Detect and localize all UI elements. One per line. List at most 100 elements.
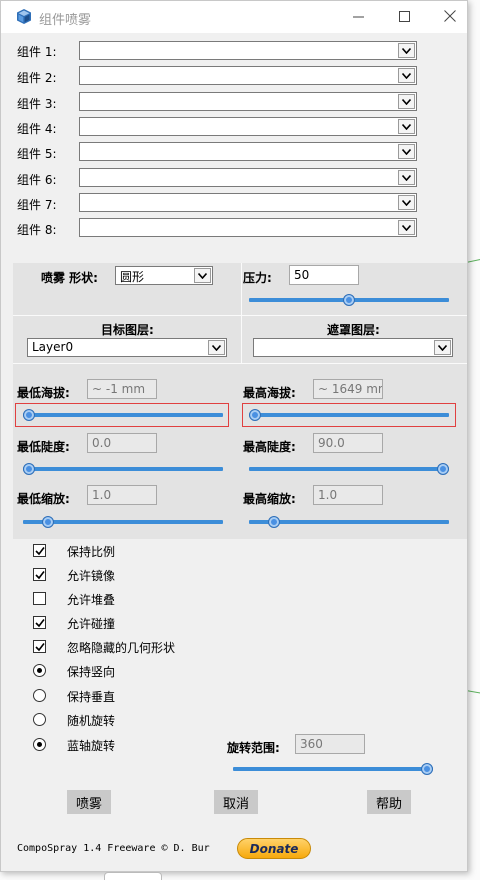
radio-dot: [37, 742, 42, 747]
spray-shape-dropdown[interactable]: 圆形: [115, 266, 213, 285]
chevron-down-icon[interactable]: [398, 144, 415, 159]
component-6-dropdown[interactable]: [79, 168, 417, 187]
pressure-slider[interactable]: [249, 292, 449, 308]
target-layer-value: Layer0: [32, 340, 74, 354]
component-5-label: 组件 5:: [17, 147, 57, 161]
slider-thumb[interactable]: [268, 516, 280, 528]
checkbox-box[interactable]: [33, 568, 46, 581]
chevron-down-icon[interactable]: [398, 43, 415, 58]
radio-circle[interactable]: [33, 713, 46, 726]
cancel-button[interactable]: 取消: [214, 790, 258, 814]
keep-perpendicular-label: 保持垂直: [67, 690, 116, 704]
component-4-dropdown[interactable]: [79, 117, 417, 136]
max-scale-label: 最高缩放:: [243, 492, 296, 506]
compospray-window: 组件喷雾 组件 1: 组件 2: 组件 3: 组件 4: 组件 5: 组件 6:: [0, 0, 468, 872]
help-button[interactable]: 帮助: [367, 790, 411, 814]
max-altitude-slider[interactable]: [249, 407, 449, 423]
blue-axis-rotation-label: 蓝轴旋转: [67, 739, 116, 753]
target-layer-dropdown[interactable]: Layer0: [27, 338, 227, 357]
panel-divider: [13, 363, 467, 364]
keep-ratio-label: 保持比例: [67, 545, 116, 559]
component-8-dropdown[interactable]: [79, 218, 417, 237]
slider-thumb[interactable]: [421, 763, 433, 775]
chevron-down-icon[interactable]: [208, 340, 225, 355]
chevron-down-icon[interactable]: [398, 94, 415, 109]
chevron-down-icon[interactable]: [398, 68, 415, 83]
slider-thumb[interactable]: [343, 294, 355, 306]
maximize-button[interactable]: [381, 1, 427, 31]
min-scale-field[interactable]: 1.0: [87, 485, 157, 505]
component-3-dropdown[interactable]: [79, 92, 417, 111]
minimize-button[interactable]: [335, 1, 381, 31]
max-altitude-field[interactable]: ~ 1649 mm: [313, 379, 383, 399]
keep-vertical-label: 保持竖向: [67, 665, 116, 679]
max-slope-slider[interactable]: [249, 461, 449, 477]
radio-circle[interactable]: [33, 664, 46, 677]
min-slope-label: 最低陡度:: [17, 440, 70, 454]
mask-layer-label: 遮罩图层:: [327, 323, 380, 337]
pressure-input[interactable]: 50: [289, 265, 359, 285]
chevron-down-icon[interactable]: [194, 268, 211, 283]
rotation-range-label: 旋转范围:: [227, 741, 280, 755]
pressure-label: 压力:: [243, 271, 272, 285]
slider-track: [233, 767, 433, 771]
checkmark-icon: [35, 571, 45, 580]
component-3-label: 组件 3:: [17, 97, 57, 111]
close-button[interactable]: [427, 1, 473, 31]
slider-thumb[interactable]: [249, 409, 261, 421]
chevron-down-icon[interactable]: [434, 340, 451, 355]
spray-shape-label: 喷雾 形状:: [41, 271, 98, 285]
max-slope-field[interactable]: 90.0: [313, 433, 383, 453]
chevron-down-icon[interactable]: [398, 170, 415, 185]
slider-thumb[interactable]: [42, 516, 54, 528]
spray-settings-panel: 喷雾 形状: 圆形 压力: 50 目标图层: Layer0 遮罩图层: 最低海拔…: [13, 263, 467, 539]
min-slope-slider[interactable]: [23, 461, 223, 477]
minimize-icon: [352, 16, 364, 17]
background-line: [465, 257, 480, 263]
chevron-down-icon[interactable]: [398, 119, 415, 134]
title-bar[interactable]: 组件喷雾: [1, 1, 467, 33]
min-altitude-field[interactable]: ~ -1 mm: [87, 379, 157, 399]
checkbox-box[interactable]: [33, 544, 46, 557]
slider-track: [23, 467, 223, 471]
random-rotation-label: 随机旋转: [67, 714, 116, 728]
component-7-dropdown[interactable]: [79, 193, 417, 212]
slider-thumb[interactable]: [23, 463, 35, 475]
checkbox-box[interactable]: [33, 640, 46, 653]
radio-circle[interactable]: [33, 738, 46, 751]
target-layer-label: 目标图层:: [101, 323, 154, 337]
allow-collision-label: 允许碰撞: [67, 617, 116, 631]
checkbox-box[interactable]: [33, 592, 46, 605]
component-6-label: 组件 6:: [17, 173, 57, 187]
min-scale-slider[interactable]: [23, 514, 223, 530]
component-2-dropdown[interactable]: [79, 66, 417, 85]
close-icon: [444, 10, 456, 22]
max-scale-field[interactable]: 1.0: [313, 485, 383, 505]
chevron-down-icon[interactable]: [398, 220, 415, 235]
chevron-down-icon[interactable]: [398, 195, 415, 210]
component-5-dropdown[interactable]: [79, 142, 417, 161]
component-1-dropdown[interactable]: [79, 41, 417, 60]
donate-button[interactable]: Donate: [237, 838, 311, 859]
min-altitude-slider[interactable]: [23, 407, 223, 423]
slider-track: [249, 413, 449, 417]
component-7-label: 组件 7:: [17, 198, 57, 212]
checkbox-box[interactable]: [33, 616, 46, 629]
min-scale-label: 最低缩放:: [17, 492, 70, 506]
rotation-range-slider[interactable]: [233, 761, 433, 777]
allow-mirror-label: 允许镜像: [67, 569, 116, 583]
background-line: [465, 690, 480, 694]
slider-thumb[interactable]: [23, 409, 35, 421]
radio-circle[interactable]: [33, 689, 46, 702]
mask-layer-dropdown[interactable]: [253, 338, 453, 357]
rotation-range-field[interactable]: 360: [295, 734, 365, 754]
slider-track: [249, 467, 449, 471]
window-title: 组件喷雾: [39, 13, 92, 28]
min-slope-field[interactable]: 0.0: [87, 433, 157, 453]
credit-text: CompoSpray 1.4 Freeware © D. Bur: [17, 843, 210, 854]
tooltip-edge: [104, 872, 162, 880]
spray-button[interactable]: 喷雾: [67, 790, 111, 814]
slider-thumb[interactable]: [437, 463, 449, 475]
app-cube-icon: [17, 9, 31, 24]
max-scale-slider[interactable]: [249, 514, 449, 530]
